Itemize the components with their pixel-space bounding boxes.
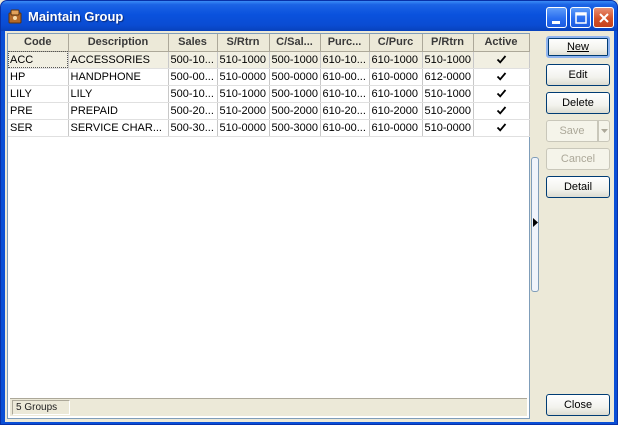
edit-button-label: Edit	[568, 69, 588, 81]
cell-c-sal: 500-2000	[269, 102, 321, 120]
check-icon	[496, 89, 506, 98]
new-button[interactable]: New	[546, 36, 610, 58]
cancel-button[interactable]: Cancel	[546, 148, 610, 170]
cell-p-rtrn: 510-1000	[422, 51, 474, 69]
cell-s-rtrn: 510-0000	[217, 119, 270, 137]
cell-c-sal: 500-1000	[269, 51, 321, 69]
cell-purc: 610-10...	[320, 85, 370, 103]
maximize-icon	[575, 12, 587, 24]
cell-s-rtrn: 510-1000	[217, 85, 270, 103]
panel-splitter[interactable]	[531, 157, 539, 292]
cell-c-sal: 500-0000	[269, 68, 321, 86]
cell-code: SER	[8, 119, 69, 137]
column-header-code[interactable]: Code	[8, 34, 69, 52]
cell-sales: 500-10...	[168, 85, 218, 103]
close-button[interactable]: Close	[546, 394, 610, 416]
cell-c-purc: 610-0000	[369, 119, 423, 137]
cell-p-rtrn: 510-0000	[422, 119, 474, 137]
cell-active[interactable]	[473, 102, 530, 120]
edit-button[interactable]: Edit	[546, 64, 610, 86]
cell-sales: 500-10...	[168, 51, 218, 69]
close-icon	[599, 13, 609, 23]
column-header-c-sal[interactable]: C/Sal...	[269, 34, 321, 52]
check-icon	[496, 123, 506, 132]
table-row[interactable]: SER SERVICE CHAR... 500-30... 510-0000 5…	[8, 119, 530, 137]
cell-description: SERVICE CHAR...	[68, 119, 169, 137]
column-header-s-rtrn[interactable]: S/Rtrn	[217, 34, 270, 52]
cell-purc: 610-00...	[320, 68, 370, 86]
cell-active[interactable]	[473, 119, 530, 137]
cell-s-rtrn: 510-2000	[217, 102, 270, 120]
cell-active[interactable]	[473, 68, 530, 86]
cell-description: PREPAID	[68, 102, 169, 120]
column-header-purc[interactable]: Purc...	[320, 34, 370, 52]
column-header-description[interactable]: Description	[68, 34, 169, 52]
cell-p-rtrn: 510-1000	[422, 85, 474, 103]
cell-c-sal: 500-3000	[269, 119, 321, 137]
group-grid[interactable]: Code Description Sales S/Rtrn C/Sal... P…	[7, 33, 530, 419]
cell-c-purc: 610-0000	[369, 68, 423, 86]
chevron-down-icon	[601, 129, 608, 133]
cell-code: ACC	[8, 51, 69, 69]
detail-button[interactable]: Detail	[546, 176, 610, 198]
cancel-button-label: Cancel	[560, 153, 596, 165]
title-bar[interactable]: Maintain Group	[1, 1, 617, 31]
table-row[interactable]: PRE PREPAID 500-20... 510-2000 500-2000 …	[8, 102, 530, 120]
cell-purc: 610-10...	[320, 51, 370, 69]
delete-button-label: Delete	[562, 97, 594, 109]
cell-code: HP	[8, 68, 69, 86]
save-dropdown-button[interactable]	[598, 120, 610, 142]
cell-code: LILY	[8, 85, 69, 103]
table-row[interactable]: ACC ACCESSORIES 500-10... 510-1000 500-1…	[8, 51, 530, 69]
header-row: Code Description Sales S/Rtrn C/Sal... P…	[8, 34, 530, 52]
cell-sales: 500-20...	[168, 102, 218, 120]
minimize-icon	[552, 21, 560, 24]
column-header-sales[interactable]: Sales	[168, 34, 218, 52]
check-icon	[496, 55, 506, 64]
cell-c-purc: 610-2000	[369, 102, 423, 120]
cell-sales: 500-00...	[168, 68, 218, 86]
table-row[interactable]: LILY LILY 500-10... 510-1000 500-1000 61…	[8, 85, 530, 103]
window-title: Maintain Group	[28, 9, 124, 24]
close-button-label: Close	[563, 399, 593, 411]
cell-s-rtrn: 510-0000	[217, 68, 270, 86]
cell-purc: 610-20...	[320, 102, 370, 120]
check-icon	[496, 106, 506, 115]
cell-description: ACCESSORIES	[68, 51, 169, 69]
group-table: Code Description Sales S/Rtrn C/Sal... P…	[8, 34, 530, 137]
cell-c-sal: 500-1000	[269, 85, 321, 103]
column-header-active[interactable]: Active	[473, 34, 530, 52]
check-icon	[496, 72, 506, 81]
chevron-right-icon	[533, 218, 538, 227]
cell-active[interactable]	[473, 51, 530, 69]
column-header-c-purc[interactable]: C/Purc	[369, 34, 423, 52]
column-header-p-rtrn[interactable]: P/Rtrn	[422, 34, 474, 52]
group-app-icon	[8, 9, 22, 24]
status-bar: 5 Groups	[10, 398, 527, 416]
maximize-button[interactable]	[570, 7, 591, 28]
cell-p-rtrn: 612-0000	[422, 68, 474, 86]
cell-active[interactable]	[473, 85, 530, 103]
cell-c-purc: 610-1000	[369, 51, 423, 69]
new-button-label: New	[566, 41, 589, 53]
group-count-label: 5 Groups	[12, 400, 70, 415]
table-row[interactable]: HP HANDPHONE 500-00... 510-0000 500-0000…	[8, 68, 530, 86]
cell-c-purc: 610-1000	[369, 85, 423, 103]
cell-s-rtrn: 510-1000	[217, 51, 270, 69]
cell-purc: 610-00...	[320, 119, 370, 137]
save-button[interactable]: Save	[546, 120, 598, 142]
cell-code: PRE	[8, 102, 69, 120]
cell-sales: 500-30...	[168, 119, 218, 137]
detail-button-label: Detail	[563, 181, 593, 193]
delete-button[interactable]: Delete	[546, 92, 610, 114]
cell-description: LILY	[68, 85, 169, 103]
cell-description: HANDPHONE	[68, 68, 169, 86]
minimize-button[interactable]	[546, 7, 567, 28]
main-window: Maintain Group Code Description Sales S/…	[0, 0, 618, 425]
client-area: Code Description Sales S/Rtrn C/Sal... P…	[5, 31, 614, 422]
cell-p-rtrn: 510-2000	[422, 102, 474, 120]
close-window-button[interactable]	[593, 7, 614, 28]
save-button-label: Save	[559, 125, 585, 137]
